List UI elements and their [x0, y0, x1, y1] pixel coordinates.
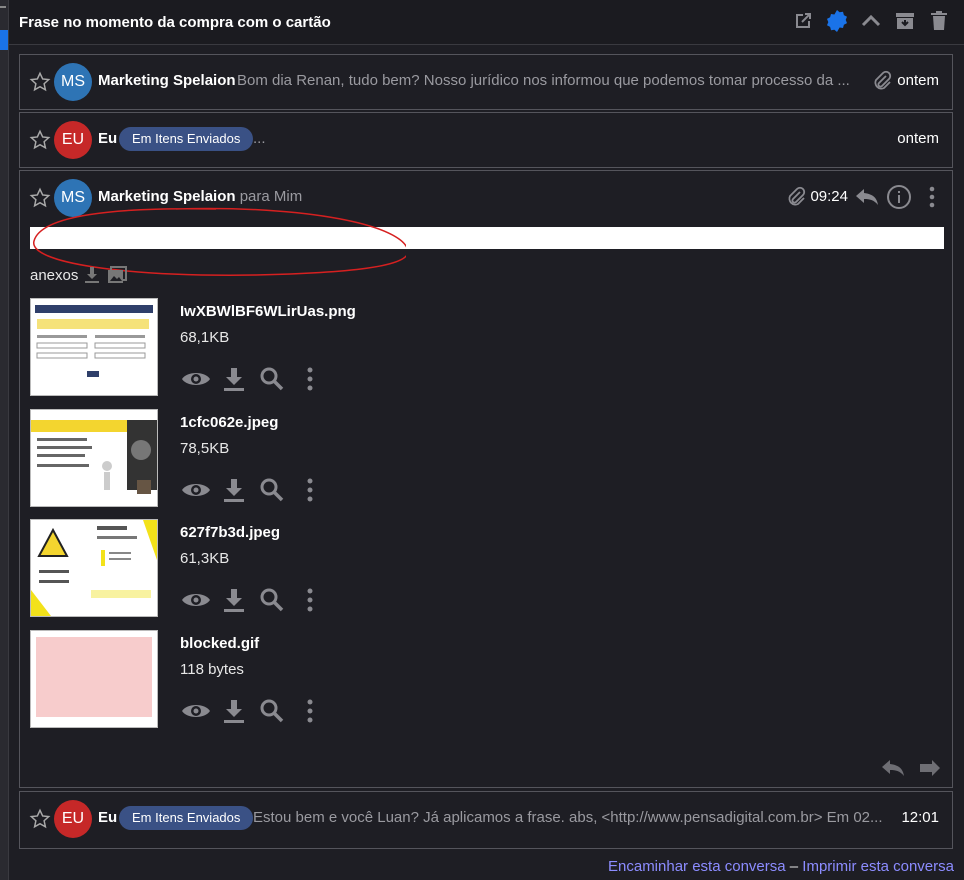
sender-name: Marketing Spelaion — [98, 72, 236, 89]
open-external-icon[interactable] — [790, 8, 816, 34]
star-icon[interactable] — [29, 129, 51, 151]
attachments-header: anexos — [30, 265, 128, 285]
message-row[interactable]: MS Marketing Spelaion Bom dia Renan, tud… — [19, 54, 953, 110]
folder-badge: Em Itens Enviados — [119, 127, 254, 151]
print-conversation-link[interactable]: Imprimir esta conversa — [802, 858, 954, 875]
zoom-search-icon[interactable] — [256, 585, 288, 615]
message-row[interactable]: EU Eu Em Itens Enviados ... ontem — [19, 112, 953, 168]
left-sidebar-strip — [0, 0, 9, 880]
download-all-icon[interactable] — [82, 265, 102, 285]
message-time: 09:24 — [810, 188, 848, 205]
sender-name: Eu — [98, 130, 118, 147]
attachment-thumbnail[interactable] — [30, 409, 158, 507]
zoom-search-icon[interactable] — [256, 696, 288, 726]
link-separator: – — [789, 858, 799, 875]
conversation-footer-links: Encaminhar esta conversa – Imprimir esta… — [608, 858, 954, 875]
attachment-item: 627f7b3d.jpeg 61,3KB — [30, 519, 930, 619]
attachment-thumbnail[interactable] — [30, 519, 158, 617]
message-row[interactable]: EU Eu Em Itens Enviados Estou bem e você… — [19, 791, 953, 849]
download-icon[interactable] — [218, 696, 250, 726]
trash-icon[interactable] — [926, 8, 952, 34]
avatar: EU — [54, 800, 92, 838]
message-snippet: Bom dia Renan, tudo bem? Nosso jurídico … — [237, 72, 850, 89]
reply-icon[interactable] — [880, 757, 906, 779]
reply-icon[interactable] — [854, 185, 880, 209]
expanded-message: MS Marketing Spelaion para Mim 09:24 ane… — [19, 170, 953, 788]
message-date: ontem — [897, 72, 939, 89]
forward-conversation-link[interactable]: Encaminhar esta conversa — [608, 858, 786, 875]
collapse-up-icon[interactable] — [858, 8, 884, 34]
sender-name: Eu — [98, 809, 118, 826]
attachment-clip-icon — [788, 186, 806, 206]
attachment-filename[interactable]: 1cfc062e.jpeg — [180, 414, 278, 431]
download-icon[interactable] — [218, 585, 250, 615]
strip-selection-marker — [0, 30, 8, 50]
more-vertical-icon[interactable] — [294, 696, 326, 726]
attachment-thumbnail[interactable] — [30, 298, 158, 396]
attachment-size: 118 bytes — [180, 661, 244, 678]
download-icon[interactable] — [218, 364, 250, 394]
strip-tick — [0, 6, 6, 8]
avatar: EU — [54, 121, 92, 159]
attachment-size: 78,5KB — [180, 440, 230, 457]
archive-icon[interactable] — [892, 8, 918, 34]
gallery-icon[interactable] — [106, 265, 128, 285]
zoom-search-icon[interactable] — [256, 364, 288, 394]
more-vertical-icon[interactable] — [294, 475, 326, 505]
message-date: 12:01 — [901, 809, 939, 826]
info-icon[interactable] — [886, 184, 912, 210]
zoom-search-icon[interactable] — [256, 475, 288, 505]
more-vertical-icon[interactable] — [294, 585, 326, 615]
star-icon[interactable] — [29, 71, 51, 93]
attachment-clip-icon — [874, 70, 892, 90]
preview-eye-icon[interactable] — [180, 475, 212, 505]
preview-eye-icon[interactable] — [180, 696, 212, 726]
star-icon[interactable] — [29, 808, 51, 830]
attachment-size: 68,1KB — [180, 329, 230, 346]
message-snippet: ... — [253, 130, 266, 147]
attachment-item: 1cfc062e.jpeg 78,5KB — [30, 409, 930, 509]
more-vertical-icon[interactable] — [926, 184, 938, 210]
header-toolbar — [790, 8, 952, 34]
preview-eye-icon[interactable] — [180, 364, 212, 394]
message-snippet: Estou bem e você Luan? Já aplicamos a fr… — [253, 809, 883, 826]
avatar: MS — [54, 63, 92, 101]
attachment-item: blocked.gif 118 bytes — [30, 630, 930, 730]
folder-badge: Em Itens Enviados — [119, 806, 254, 830]
conversation-title: Frase no momento da compra com o cartão — [19, 14, 331, 31]
attachment-filename[interactable]: 627f7b3d.jpeg — [180, 524, 280, 541]
attachment-filename[interactable]: blocked.gif — [180, 635, 259, 652]
forward-icon[interactable] — [918, 757, 942, 779]
preview-eye-icon[interactable] — [180, 585, 212, 615]
conversation-header: Frase no momento da compra com o cartão — [9, 0, 964, 45]
more-vertical-icon[interactable] — [294, 364, 326, 394]
attachment-thumbnail[interactable] — [30, 630, 158, 728]
attachment-item: IwXBWlBF6WLirUas.png 68,1KB — [30, 298, 930, 398]
attachment-size: 61,3KB — [180, 550, 230, 567]
attachments-label: anexos — [30, 266, 79, 284]
settings-badge-icon[interactable] — [824, 8, 850, 34]
message-date: ontem — [897, 130, 939, 147]
download-icon[interactable] — [218, 475, 250, 505]
attachment-filename[interactable]: IwXBWlBF6WLirUas.png — [180, 303, 356, 320]
